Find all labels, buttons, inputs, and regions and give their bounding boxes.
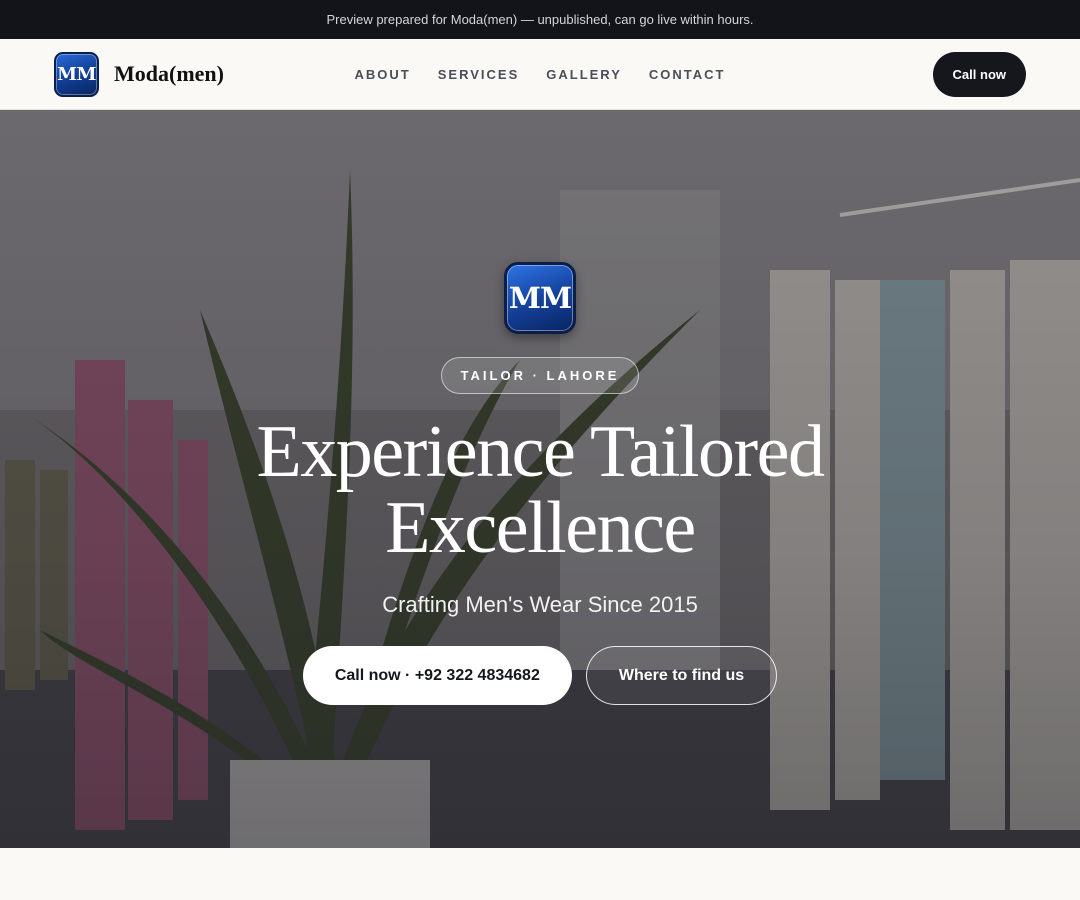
hero-call-button[interactable]: Call now · +92 322 4834682 bbox=[302, 646, 572, 705]
site-header: MM Moda(men) ABOUT SERVICES GALLERY CONT… bbox=[0, 39, 1080, 110]
nav-link-services[interactable]: SERVICES bbox=[438, 67, 520, 82]
hero-content: MM TAILOR · LAHORE Experience Tailored E… bbox=[0, 110, 1080, 848]
announcement-bar: Preview prepared for Moda(men) — unpubli… bbox=[0, 0, 1080, 39]
hero-logo: MM bbox=[504, 262, 576, 334]
nav-link-gallery[interactable]: GALLERY bbox=[546, 67, 622, 82]
hero-location-button[interactable]: Where to find us bbox=[585, 646, 778, 705]
brand[interactable]: MM Moda(men) bbox=[54, 51, 224, 97]
hero-section: MM TAILOR · LAHORE Experience Tailored E… bbox=[0, 110, 1080, 848]
brand-name: Moda(men) bbox=[114, 61, 224, 86]
hero-headline: Experience Tailored Excellence bbox=[256, 411, 825, 569]
nav-link-contact[interactable]: CONTACT bbox=[649, 67, 726, 82]
announcement-text: Preview prepared for Moda(men) — unpubli… bbox=[326, 12, 754, 27]
brand-logo: MM bbox=[54, 51, 99, 97]
hero-actions: Call now · +92 322 4834682 Where to find… bbox=[302, 646, 778, 705]
hero-tag: TAILOR · LAHORE bbox=[440, 357, 640, 394]
hero-subheadline: Crafting Men's Wear Since 2015 bbox=[382, 592, 698, 617]
nav-link-about[interactable]: ABOUT bbox=[355, 67, 411, 82]
next-section bbox=[0, 848, 1080, 900]
header-call-button[interactable]: Call now bbox=[932, 51, 1026, 97]
